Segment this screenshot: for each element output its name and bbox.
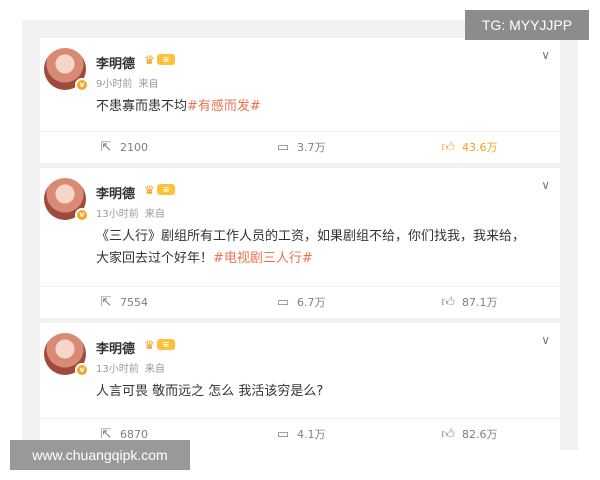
chevron-down-icon[interactable]: ∨ xyxy=(541,178,550,192)
username[interactable]: 李明德 xyxy=(96,338,135,357)
avatar[interactable]: v xyxy=(44,178,89,222)
crown-icon: ♛ xyxy=(144,338,155,352)
avatar[interactable]: v xyxy=(44,333,89,377)
repost-icon: ⇱ xyxy=(100,140,112,155)
repost-count: 7554 xyxy=(120,296,148,309)
like-button[interactable]: 👍︎ 43.6万 xyxy=(440,140,498,156)
topic-link[interactable]: #电视剧三人行# xyxy=(213,251,313,266)
like-count: 82.6万 xyxy=(462,428,498,441)
post-source: 来自 xyxy=(144,209,165,220)
chevron-down-icon[interactable]: ∨ xyxy=(541,48,550,62)
tg-watermark: TG: MYYJJPP xyxy=(465,10,589,40)
weibo-post: v 李明德 ♛ ≡ 9小时前 来自 ∨ 不患寡而患不均#有感而发# ⇱ 2100 … xyxy=(40,38,560,163)
like-button[interactable]: 👍︎ 82.6万 xyxy=(440,427,498,443)
like-count: 43.6万 xyxy=(462,141,498,154)
topic-link[interactable]: #有感而发# xyxy=(187,99,261,114)
post-meta: 13小时前 来自 xyxy=(96,205,168,220)
vip-level-icon: ≡ xyxy=(157,339,175,350)
like-icon: 👍︎ xyxy=(441,295,455,310)
post-body: 不患寡而患不均 xyxy=(96,99,188,114)
verified-badge-icon: v xyxy=(75,78,89,92)
post-source: 来自 xyxy=(144,364,165,375)
username[interactable]: 李明德 xyxy=(96,53,135,72)
post-source: 来自 xyxy=(138,79,159,90)
crown-icon: ♛ xyxy=(144,53,155,67)
like-icon: 👍︎ xyxy=(441,140,455,155)
vip-level-icon: ≡ xyxy=(157,54,175,65)
like-count: 87.1万 xyxy=(462,296,498,309)
post-text: 人言可畏 敬而远之 怎么 我活该穷是么? xyxy=(96,381,536,403)
comment-icon: ▭ xyxy=(276,427,290,442)
post-text: 《三人行》剧组所有工作人员的工资，如果剧组不给，你们找我，我来给，大家回去过个好… xyxy=(96,226,536,270)
comment-count: 4.1万 xyxy=(297,428,326,441)
weibo-post: v 李明德 ♛ ≡ 13小时前 来自 ∨ 《三人行》剧组所有工作人员的工资，如果… xyxy=(40,168,560,318)
vip-level-icon: ≡ xyxy=(157,184,175,195)
like-button[interactable]: 👍︎ 87.1万 xyxy=(440,295,498,311)
comment-icon: ▭ xyxy=(276,140,290,155)
repost-button[interactable]: ⇱ 7554 xyxy=(98,295,148,311)
site-watermark: www.chuangqipk.com xyxy=(10,440,190,470)
comment-button[interactable]: ▭ 6.7万 xyxy=(275,295,326,311)
weibo-feed: v 李明德 ♛ ≡ 9小时前 来自 ∨ 不患寡而患不均#有感而发# ⇱ 2100 … xyxy=(22,20,578,450)
repost-icon: ⇱ xyxy=(100,295,112,310)
comment-count: 6.7万 xyxy=(297,296,326,309)
post-meta: 13小时前 来自 xyxy=(96,360,168,375)
like-icon: 👍︎ xyxy=(441,427,455,442)
post-actions: ⇱ 2100 ▭ 3.7万 👍︎ 43.6万 xyxy=(40,131,560,163)
comment-button[interactable]: ▭ 4.1万 xyxy=(275,427,326,443)
post-time: 9小时前 xyxy=(96,79,133,90)
post-meta: 9小时前 来自 xyxy=(96,75,162,90)
repost-count: 2100 xyxy=(120,141,148,154)
verified-badge-icon: v xyxy=(75,363,89,377)
post-time: 13小时前 xyxy=(96,209,139,220)
comment-icon: ▭ xyxy=(276,295,290,310)
comment-button[interactable]: ▭ 3.7万 xyxy=(275,140,326,156)
post-text: 不患寡而患不均#有感而发# xyxy=(96,96,536,118)
post-body: 人言可畏 敬而远之 怎么 我活该穷是么? xyxy=(96,384,324,399)
username[interactable]: 李明德 xyxy=(96,183,135,202)
chevron-down-icon[interactable]: ∨ xyxy=(541,333,550,347)
repost-button[interactable]: ⇱ 2100 xyxy=(98,140,148,156)
post-time: 13小时前 xyxy=(96,364,139,375)
verified-badge-icon: v xyxy=(75,208,89,222)
crown-icon: ♛ xyxy=(144,183,155,197)
comment-count: 3.7万 xyxy=(297,141,326,154)
weibo-post: v 李明德 ♛ ≡ 13小时前 来自 ∨ 人言可畏 敬而远之 怎么 我活该穷是么… xyxy=(40,323,560,450)
post-actions: ⇱ 7554 ▭ 6.7万 👍︎ 87.1万 xyxy=(40,286,560,318)
avatar[interactable]: v xyxy=(44,48,89,92)
